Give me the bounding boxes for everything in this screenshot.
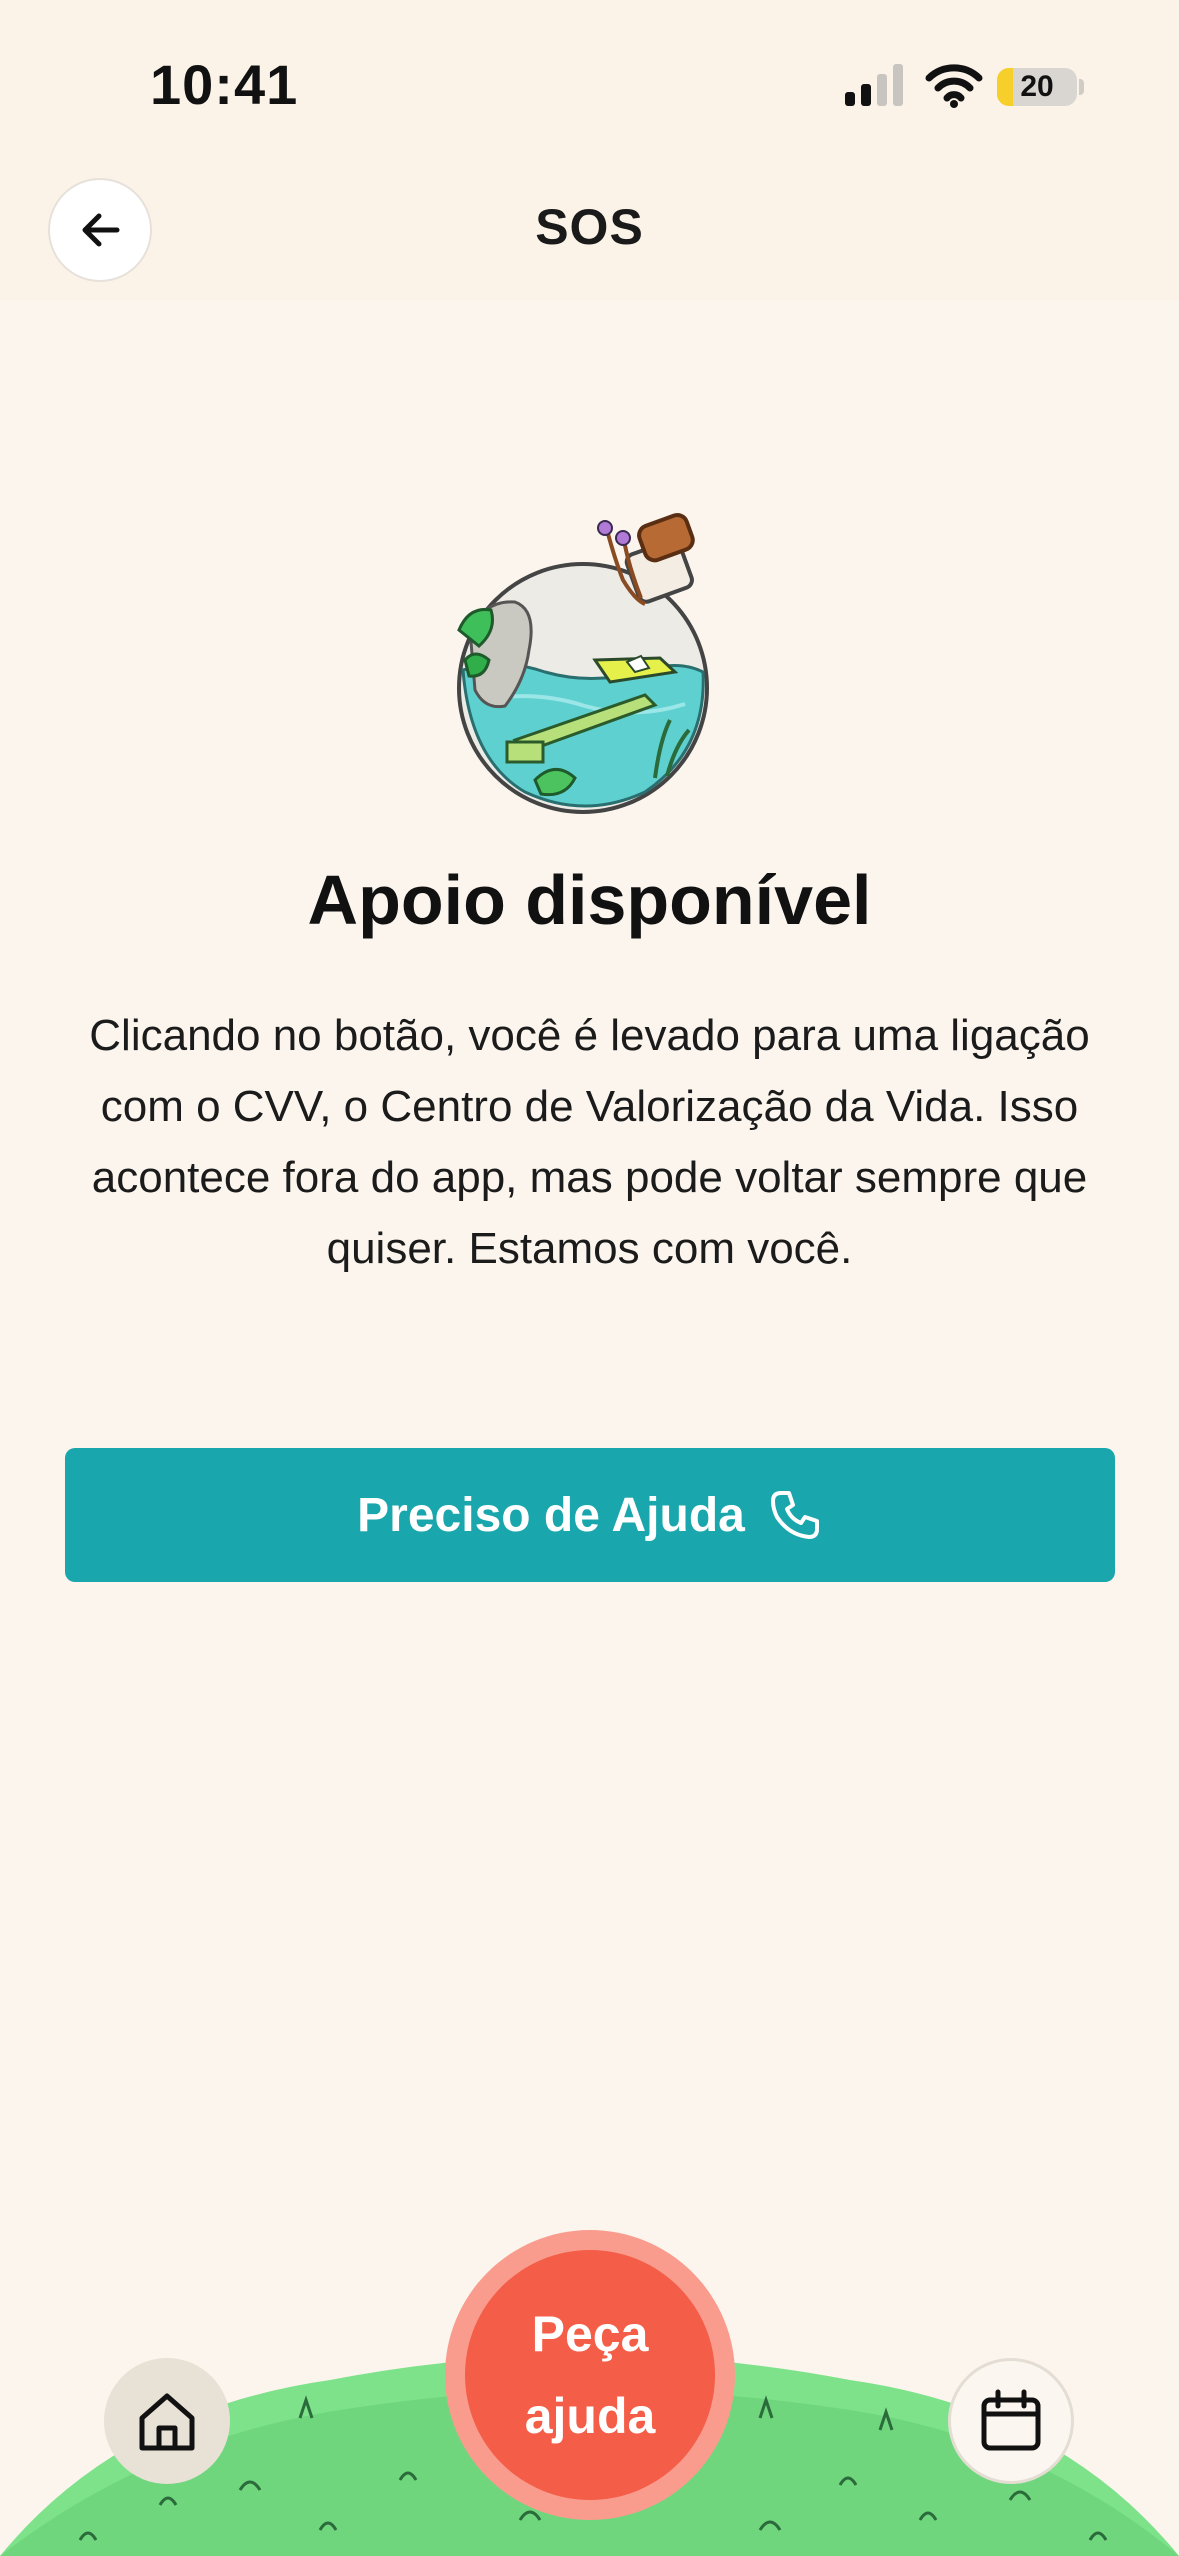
ask-help-label-line2: ajuda (524, 2388, 656, 2444)
cellular-signal-icon (845, 64, 903, 106)
battery-level: 20 (1020, 70, 1054, 103)
battery-indicator: 20 (997, 68, 1077, 106)
ask-help-label-line1: Peça (531, 2306, 649, 2362)
calendar-icon (981, 2389, 1041, 2451)
ask-help-button[interactable]: Peça ajuda (465, 2250, 715, 2500)
battery-nub (1079, 79, 1084, 95)
status-time: 10:41 (150, 53, 299, 116)
support-description: Clicando no botão, você é levado para um… (89, 1011, 1090, 1273)
status-bar: 10:41 20 (0, 0, 1179, 170)
home-icon (139, 2393, 195, 2451)
phone-icon (770, 1491, 819, 1539)
header: SOS (0, 170, 1179, 300)
need-help-button[interactable]: Preciso de Ajuda (65, 1448, 1115, 1582)
home-tab-button[interactable] (104, 2358, 230, 2484)
wifi-icon (925, 64, 983, 108)
calendar-tab-button[interactable] (948, 2358, 1074, 2484)
page-title: SOS (535, 199, 644, 255)
need-help-label: Preciso de Ajuda (357, 1488, 745, 1542)
support-heading: Apoio disponível (307, 861, 872, 939)
bottle-illustration (457, 513, 709, 814)
